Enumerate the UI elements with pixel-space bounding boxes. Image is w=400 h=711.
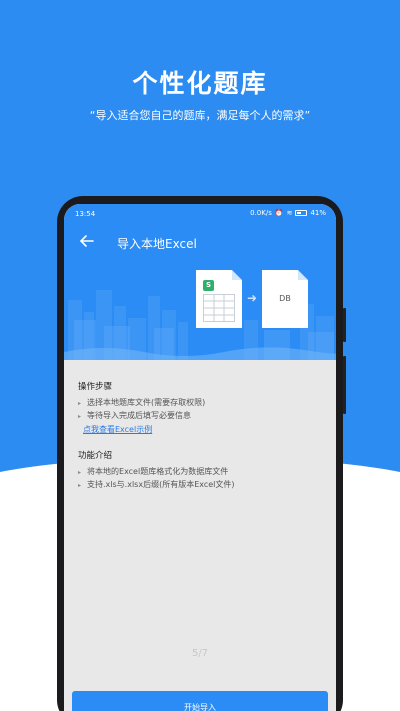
features-title: 功能介绍	[78, 451, 113, 461]
excel-file-icon: S	[196, 270, 242, 328]
steps-title: 操作步骤	[78, 382, 113, 392]
page-indicator: 5/7	[191, 648, 209, 659]
phone-screen: 13:54 0.0K/s ⏰ ≋ 41% 导入本地Excel S ➜ DB 操作…	[64, 204, 336, 711]
step-item: ▸ 等待导入完成后填写必要信息	[78, 411, 192, 420]
hero-subtitle: “导入适合您自己的题库，满足每个人的需求”	[89, 109, 311, 122]
wifi-icon: ≋	[286, 209, 293, 217]
back-arrow-icon[interactable]	[78, 232, 96, 250]
app-title: 导入本地Excel	[117, 237, 197, 251]
excel-example-link[interactable]: 点我查看Excel示例	[83, 424, 152, 435]
hero-title: 个性化题库	[132, 69, 268, 98]
step-item: ▸ 选择本地题库文件(需要存取权限)	[78, 398, 206, 407]
start-import-button[interactable]: 开始导入	[72, 691, 328, 711]
status-icons: 0.0K/s ⏰ ≋ 41%	[250, 209, 326, 217]
status-time: 13:54	[75, 210, 96, 218]
phone-side-button	[343, 356, 346, 414]
feature-item: ▸ 将本地的Excel题库格式化为数据库文件	[78, 467, 229, 476]
status-bar: 13:54 0.0K/s ⏰ ≋ 41%	[64, 204, 336, 224]
database-file-icon: DB	[262, 270, 308, 328]
arrow-right-icon: ➜	[247, 291, 258, 305]
battery-icon	[295, 210, 308, 216]
phone-side-button	[343, 308, 346, 342]
app-header: 13:54 0.0K/s ⏰ ≋ 41% 导入本地Excel S ➜ DB	[64, 204, 336, 360]
battery-percent: 41%	[310, 209, 326, 217]
feature-item: ▸ 支持.xls与.xlsx后缀(所有版本Excel文件)	[78, 480, 235, 489]
network-speed: 0.0K/s	[250, 209, 272, 217]
alarm-icon: ⏰	[274, 209, 284, 217]
